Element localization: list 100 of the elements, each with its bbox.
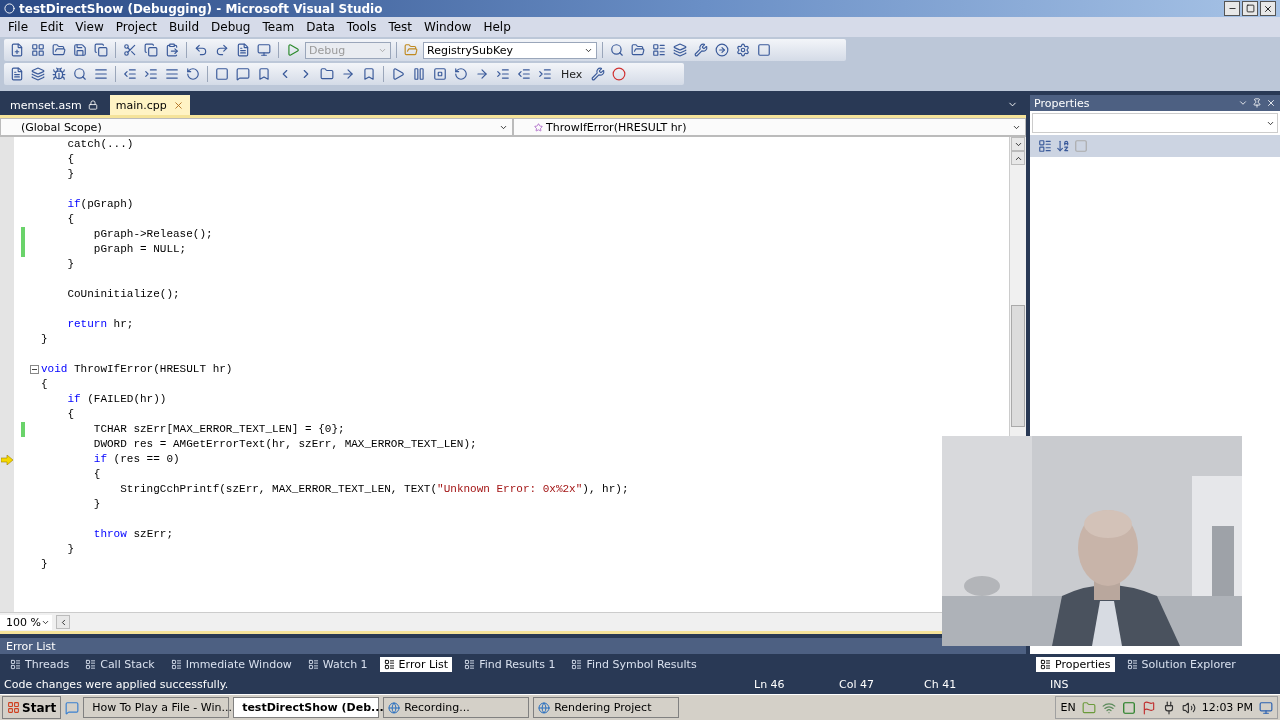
document-tab[interactable]: main.cpp [109,95,190,115]
start-debugging-icon[interactable] [286,43,300,57]
menu-item[interactable]: Test [382,20,419,34]
save-all-icon[interactable] [94,43,108,57]
menu-item[interactable]: Debug [205,20,257,34]
minimize-button[interactable] [1224,1,1240,16]
menu-item[interactable]: Edit [34,20,70,34]
step-over-icon[interactable] [517,67,531,81]
word-complete-icon[interactable] [94,67,108,81]
code-line: { [41,377,49,392]
menu-item[interactable]: Project [109,20,163,34]
restart-icon[interactable] [454,67,468,81]
taskbar-button[interactable]: How To Play a File - Win... [83,697,230,718]
tool-window-tab[interactable]: Find Results 1 [460,656,560,672]
restore-button[interactable] [1242,1,1258,16]
object-browser-icon[interactable] [673,43,687,57]
code-line: { [66,407,75,422]
tool-window-tab[interactable]: Properties [1036,656,1115,672]
solution-explorer-icon[interactable] [631,43,645,57]
start-button[interactable]: Start [2,696,62,719]
new-project-icon[interactable] [10,43,24,57]
open-folder-icon[interactable] [52,43,66,57]
copy-icon[interactable] [144,43,158,57]
scroll-thumb[interactable] [1011,305,1025,427]
code-line: { [66,152,75,167]
menu-item[interactable]: Window [418,20,478,34]
document-tab[interactable]: memset.asm [4,95,104,115]
break-icon[interactable] [412,67,426,81]
show-next-statement-icon[interactable] [475,67,489,81]
tool-window-tab[interactable]: Threads [6,656,74,672]
close-icon[interactable] [172,99,184,111]
step-into-icon[interactable] [496,67,510,81]
document-icon[interactable] [10,67,24,81]
cut-icon[interactable] [123,43,137,57]
dropdown-icon[interactable] [1238,98,1248,108]
close-button[interactable] [1260,1,1276,16]
tool-window-tab[interactable]: Watch 1 [303,656,372,672]
desktop-icon[interactable] [1259,700,1273,715]
tool-window-tab[interactable]: Call Stack [81,656,159,672]
bookmark-icon[interactable] [236,67,250,81]
flag-icon[interactable] [1141,700,1156,715]
toolbox-icon[interactable] [694,43,708,57]
find-combo[interactable]: RegistrySubKey [423,41,597,59]
tool-window-tab[interactable]: Immediate Window [166,656,296,672]
redo-icon[interactable] [215,43,229,57]
properties-icon[interactable] [652,43,666,57]
menu-item[interactable]: Team [256,20,301,34]
comment-icon[interactable] [165,67,179,81]
tool-window-tab[interactable]: Error List [379,656,453,672]
scroll-left-button[interactable] [56,615,70,629]
breakpoint-icon[interactable] [612,67,627,81]
outdent-icon[interactable] [123,67,137,81]
volume-icon[interactable] [1181,700,1196,715]
taskbar-button[interactable]: Recording... [383,697,530,718]
members-icon[interactable] [31,67,45,81]
menu-item[interactable]: Tools [340,20,383,34]
hex-button[interactable]: Hex [557,67,587,81]
member-combo[interactable]: ThrowIfError(HRESULT hr) [513,118,1026,136]
class-view-icon[interactable] [736,43,750,57]
find-in-files-icon[interactable] [404,43,418,57]
scroll-up-button[interactable] [1011,151,1025,165]
tool-window-tab[interactable]: Solution Explorer [1122,656,1240,672]
save-icon[interactable] [73,43,87,57]
code-line: } [66,167,75,182]
continue-icon[interactable] [391,67,405,81]
quick-info-icon[interactable] [73,67,87,81]
bookmark-folder-icon[interactable] [320,67,334,81]
pin-icon[interactable] [1252,98,1262,108]
insert-mode: INS [1050,677,1069,691]
stop-icon[interactable] [433,67,447,81]
menu-item[interactable]: View [69,20,110,34]
find-icon[interactable] [610,43,624,57]
window-icon[interactable] [257,43,271,57]
previous-bookmark-icon[interactable] [257,67,271,81]
menu-item[interactable]: Help [477,20,517,34]
parameter-icon[interactable] [52,67,66,81]
menu-item[interactable]: Build [162,20,205,34]
wrench-icon[interactable] [591,67,606,81]
close-icon[interactable] [1266,98,1276,108]
start-page-icon[interactable] [715,43,729,57]
taskbar-button[interactable]: Rendering Project [533,697,680,718]
language-indicator[interactable]: EN [1060,701,1076,714]
scope-combo[interactable]: (Global Scope) [0,118,513,136]
add-item-icon[interactable] [31,43,45,57]
tool-window-tab[interactable]: Find Symbol Results [567,656,701,672]
step-out-icon[interactable] [538,67,552,81]
undo-icon[interactable] [194,43,208,57]
navigate-icon[interactable] [236,43,250,57]
indent-icon[interactable] [144,67,158,81]
next-folder-icon[interactable] [341,67,355,81]
categorized-icon[interactable] [1038,139,1052,153]
uncomment-icon[interactable] [186,67,200,81]
clear-bookmark-icon[interactable] [362,67,376,81]
menu-item[interactable]: File [2,20,35,34]
collapse-toggle[interactable] [30,365,39,374]
menu-item[interactable]: Data [300,20,341,34]
zoom-combo[interactable]: 100 % [0,614,52,630]
sort-alphabetical-icon[interactable] [1056,139,1070,153]
paste-icon[interactable] [165,43,179,57]
split-handle[interactable] [1011,137,1025,151]
